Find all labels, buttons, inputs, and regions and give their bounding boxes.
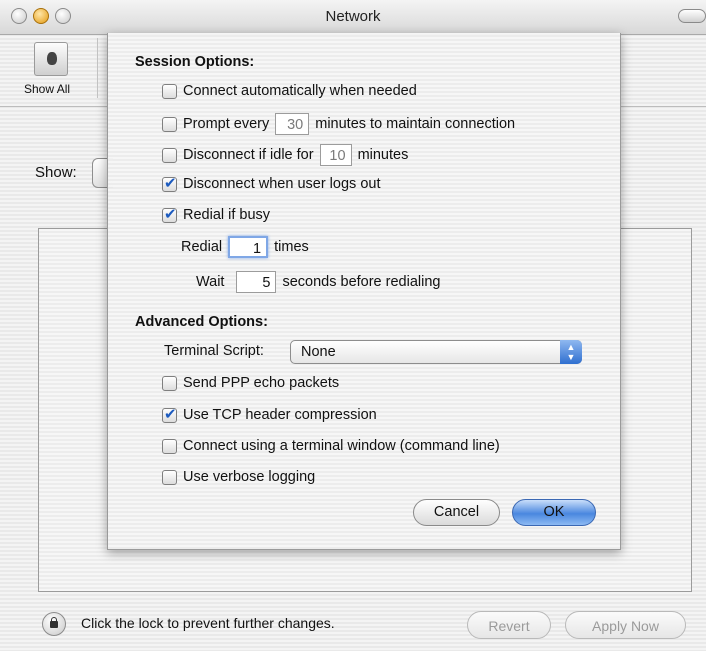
popup-arrows-icon[interactable]: ▲ ▼ xyxy=(560,340,582,364)
show-all-label[interactable]: Show All xyxy=(24,82,70,96)
show-label: Show: xyxy=(35,164,77,181)
wait-label: Wait xyxy=(196,274,225,290)
disconnect-logout-checkbox[interactable] xyxy=(162,174,177,192)
window-title: Network xyxy=(325,8,381,25)
redial-busy-label[interactable]: Redial if busy xyxy=(183,207,270,223)
terminal-window-row[interactable]: Connect using a terminal window (command… xyxy=(162,438,500,454)
ppp-echo-checkbox[interactable] xyxy=(162,375,177,391)
tcp-compression-checkbox[interactable] xyxy=(162,405,177,423)
apply-now-button[interactable]: Apply Now xyxy=(565,611,686,639)
redial-busy-checkbox[interactable] xyxy=(162,205,177,223)
disconnect-idle-row: Disconnect if idle for 10 minutes xyxy=(162,144,408,166)
disconnect-idle-checkbox[interactable] xyxy=(162,147,177,163)
redial-times-suffix: times xyxy=(274,239,309,255)
ppp-echo-label[interactable]: Send PPP echo packets xyxy=(183,375,339,391)
prompt-minutes-field[interactable]: 30 xyxy=(275,113,310,135)
verbose-logging-label[interactable]: Use verbose logging xyxy=(183,469,315,485)
wait-seconds-row: Wait 5 seconds before redialing xyxy=(196,271,440,293)
verbose-logging-checkbox[interactable] xyxy=(162,469,177,485)
terminal-script-label: Terminal Script: xyxy=(164,343,264,359)
prompt-every-label[interactable]: Prompt every xyxy=(183,116,269,132)
session-options-heading: Session Options: xyxy=(135,54,255,70)
toolbar-divider xyxy=(97,38,98,98)
redial-times-label: Redial xyxy=(181,239,223,255)
redial-busy-row[interactable]: Redial if busy xyxy=(162,205,270,223)
verbose-logging-row[interactable]: Use verbose logging xyxy=(162,469,315,485)
redial-times-row: Redial 1 times xyxy=(181,236,309,258)
lock-message: Click the lock to prevent further change… xyxy=(81,615,335,631)
disconnect-idle-label[interactable]: Disconnect if idle for xyxy=(183,147,314,163)
terminal-window-checkbox[interactable] xyxy=(162,438,177,454)
advanced-options-heading: Advanced Options: xyxy=(135,314,268,330)
connect-automatically-row[interactable]: Connect automatically when needed xyxy=(162,83,417,99)
redial-times-field[interactable]: 1 xyxy=(228,236,269,258)
title-bar: Network xyxy=(0,0,706,35)
idle-minutes-field[interactable]: 10 xyxy=(319,144,352,166)
apple-icon[interactable] xyxy=(34,42,68,76)
disconnect-logout-label[interactable]: Disconnect when user logs out xyxy=(183,176,380,192)
wait-seconds-field[interactable]: 5 xyxy=(236,271,277,293)
ok-button[interactable]: OK xyxy=(512,499,596,526)
terminal-script-value[interactable]: None xyxy=(301,344,336,360)
prompt-every-row: Prompt every 30 minutes to maintain conn… xyxy=(162,113,515,135)
connect-automatically-label[interactable]: Connect automatically when needed xyxy=(183,83,417,99)
prompt-minutes-suffix: minutes to maintain connection xyxy=(315,116,516,132)
wait-seconds-suffix: seconds before redialing xyxy=(282,274,441,290)
cancel-button[interactable]: Cancel xyxy=(413,499,500,526)
terminal-script-popup[interactable]: None ▲ ▼ xyxy=(290,340,582,364)
prompt-every-checkbox[interactable] xyxy=(162,116,177,132)
ppp-options-sheet: Session Options: Connect automatically w… xyxy=(107,33,621,550)
toolbar-toggle-button[interactable] xyxy=(678,9,706,23)
disconnect-logout-row[interactable]: Disconnect when user logs out xyxy=(162,174,380,192)
terminal-window-label[interactable]: Connect using a terminal window (command… xyxy=(183,438,500,454)
tcp-compression-label[interactable]: Use TCP header compression xyxy=(183,407,377,423)
idle-minutes-suffix: minutes xyxy=(357,147,409,163)
revert-button[interactable]: Revert xyxy=(467,611,551,639)
lock-icon[interactable] xyxy=(42,612,66,636)
tcp-compression-row[interactable]: Use TCP header compression xyxy=(162,405,377,423)
ppp-echo-row[interactable]: Send PPP echo packets xyxy=(162,375,339,391)
connect-automatically-checkbox[interactable] xyxy=(162,83,177,99)
